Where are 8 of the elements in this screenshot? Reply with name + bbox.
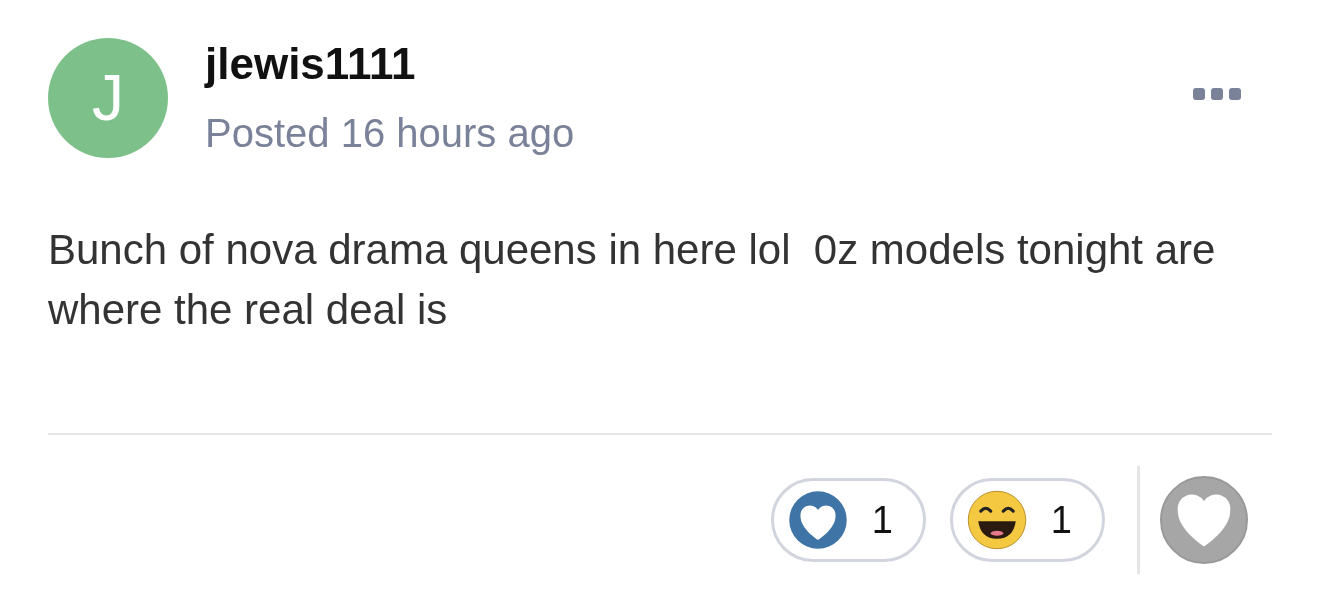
reaction-button[interactable]: 1	[770, 478, 926, 562]
laughing-face-icon	[966, 490, 1027, 550]
post-time: Posted 16 hours ago	[205, 111, 575, 155]
username[interactable]: jlewis1111	[205, 38, 575, 90]
post-body: Bunch of nova drama queens in here lol 0z models tonight are where the real deal is	[48, 225, 1217, 335]
avatar: J	[48, 38, 168, 158]
reaction-button[interactable]: 1	[949, 478, 1105, 562]
more-options-icon[interactable]	[1192, 86, 1242, 102]
